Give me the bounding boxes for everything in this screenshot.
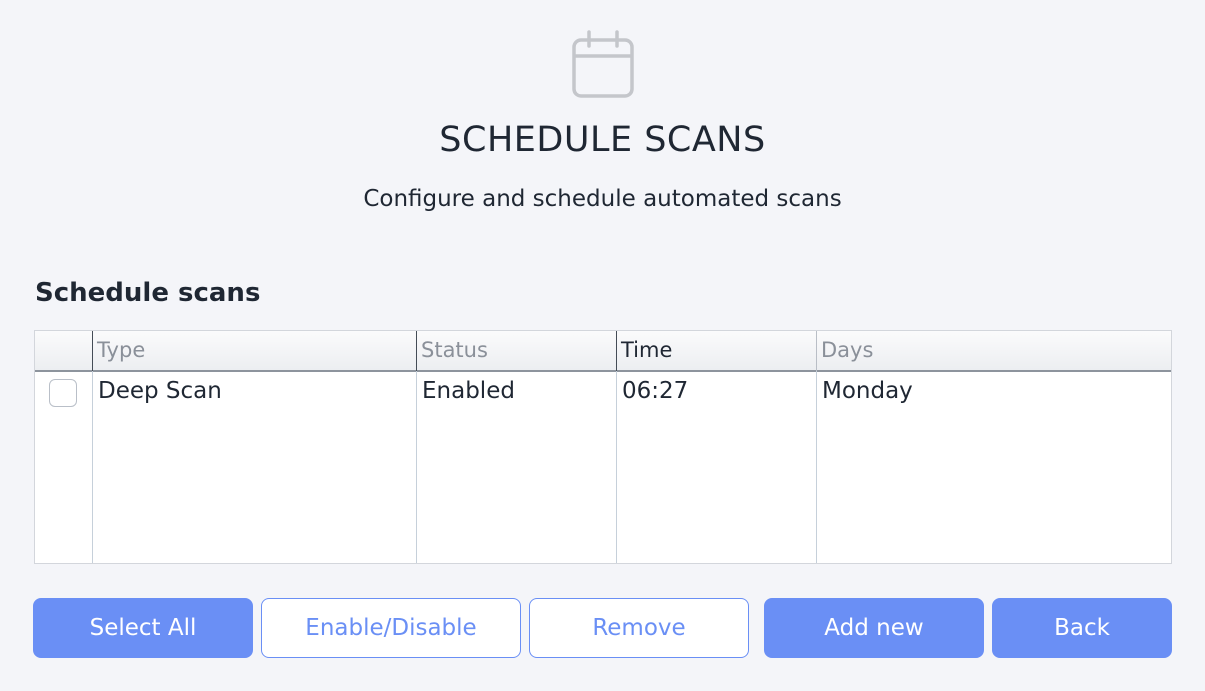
column-header-days[interactable]: Days: [817, 331, 873, 370]
enable-disable-button[interactable]: Enable/Disable: [261, 598, 521, 658]
add-new-button[interactable]: Add new: [764, 598, 984, 658]
cell-type: Deep Scan: [98, 378, 222, 404]
schedule-scans-page: SCHEDULE SCANS Configure and schedule au…: [0, 0, 1205, 691]
column-divider: [816, 331, 817, 563]
column-header-time[interactable]: Time: [617, 331, 672, 370]
cell-days: Monday: [822, 378, 913, 404]
column-header-type[interactable]: Type: [93, 331, 145, 370]
table-header: Type Status Time Days: [35, 331, 1171, 372]
remove-button[interactable]: Remove: [529, 598, 749, 658]
select-all-button[interactable]: Select All: [33, 598, 253, 658]
column-header-status[interactable]: Status: [417, 331, 488, 370]
schedule-table: Type Status Time Days Deep Scan Enabled …: [34, 330, 1172, 564]
column-divider: [416, 331, 417, 563]
section-title: Schedule scans: [35, 278, 261, 308]
row-checkbox[interactable]: [49, 379, 77, 407]
column-divider: [616, 331, 617, 563]
page-subtitle: Configure and schedule automated scans: [363, 186, 842, 212]
cell-status: Enabled: [422, 378, 515, 404]
column-divider: [92, 331, 93, 563]
cell-time: 06:27: [622, 378, 689, 404]
page-title: SCHEDULE SCANS: [439, 120, 766, 160]
back-button[interactable]: Back: [992, 598, 1172, 658]
calendar-icon: [572, 30, 634, 98]
